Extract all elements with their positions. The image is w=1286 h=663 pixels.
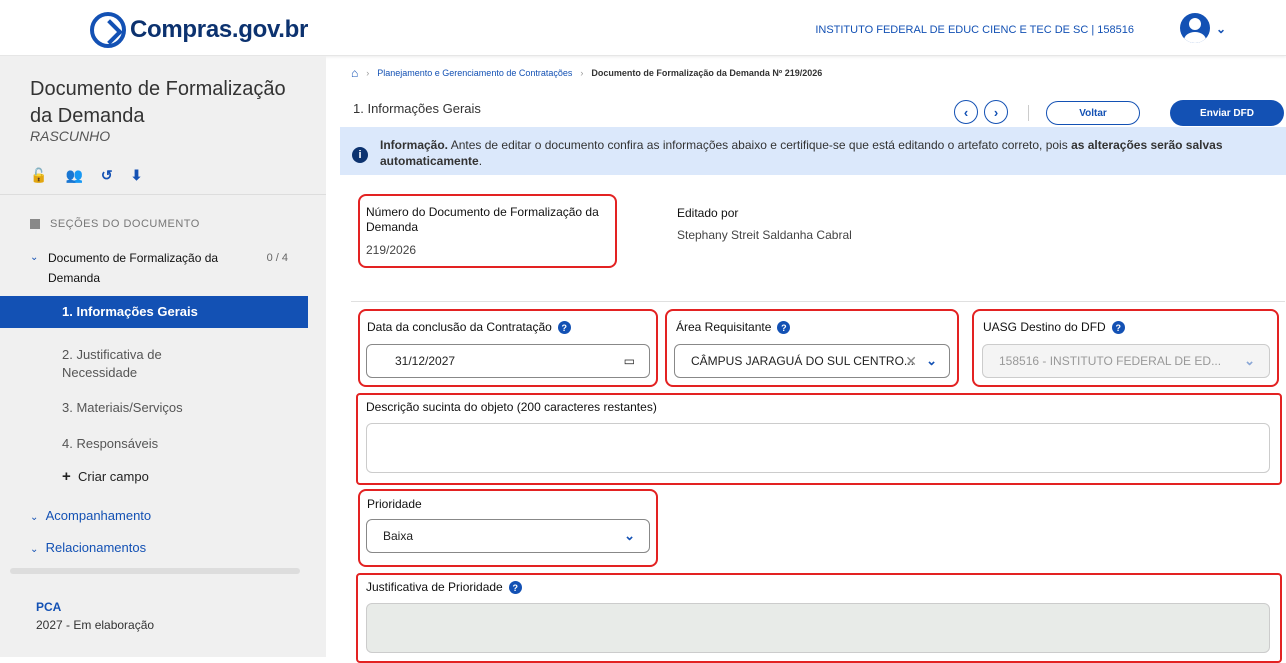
pca-title: PCA <box>36 600 62 614</box>
chevron-down-icon[interactable]: ⌄ <box>1216 22 1226 36</box>
info-bold: Informação. <box>380 138 449 152</box>
description-label: Descrição sucinta do objeto (200 caracte… <box>366 400 657 414</box>
chevron-down-icon: ⌄ <box>30 512 39 523</box>
sidebar: Documento de Formalização da Demanda RAS… <box>0 56 326 657</box>
sidebar-item-relacionamentos[interactable]: ⌄ Relacionamentos <box>30 540 230 555</box>
calendar-icon[interactable]: ▭ <box>624 354 635 368</box>
doc-number-value: 219/2026 <box>366 243 417 257</box>
date-label-text: Data da conclusão da Contratação <box>367 320 552 334</box>
uasg-select[interactable]: 158516 - INSTITUTO FEDERAL DE ED... ⌄ <box>982 344 1270 378</box>
acompanhamento-label: Acompanhamento <box>45 508 152 523</box>
sections-header[interactable]: SEÇÕES DO DOCUMENTO <box>30 218 200 230</box>
info-text: Informação. Antes de editar o documento … <box>380 137 1270 169</box>
justification-textarea[interactable] <box>366 603 1270 653</box>
chevron-down-icon: ⌄ <box>30 252 39 263</box>
sidebar-item-justificativa[interactable]: 2. Justificativa de Necessidade <box>62 346 212 382</box>
area-value: CÂMPUS JARAGUÁ DO SUL CENTRO... <box>691 354 914 368</box>
help-icon[interactable]: ? <box>508 581 522 595</box>
doc-number-label: Número do Documento de Formalização da D… <box>366 205 599 234</box>
pca-info: PCA 2027 - Em elaboração <box>36 598 154 634</box>
clear-icon[interactable]: ✕ <box>905 353 917 370</box>
chevron-down-icon[interactable]: ⌄ <box>1244 353 1255 369</box>
plus-icon: + <box>62 468 71 485</box>
area-select[interactable]: CÂMPUS JARAGUÁ DO SUL CENTRO... ✕ ⌄ <box>674 344 950 378</box>
uasg-label-text: UASG Destino do DFD <box>983 320 1106 334</box>
area-label: Área Requisitante? <box>676 320 791 335</box>
section-navigation: ‹ › <box>954 100 1008 124</box>
logo-icon <box>90 12 126 48</box>
voltar-button[interactable]: Voltar <box>1046 101 1140 125</box>
breadcrumb-planejamento[interactable]: Planejamento e Gerenciamento de Contrata… <box>377 68 572 78</box>
document-actions: 🔓 👥 ↺ ⬇ <box>30 167 142 184</box>
priority-value: Baixa <box>383 529 414 543</box>
sidebar-item-acompanhamento[interactable]: ⌄ Acompanhamento <box>30 508 230 523</box>
edited-by-value: Stephany Streit Saldanha Cabral <box>677 228 852 242</box>
history-icon[interactable]: ↺ <box>101 167 113 184</box>
users-icon[interactable]: 👥 <box>65 167 82 184</box>
uasg-label: UASG Destino do DFD? <box>983 320 1125 335</box>
breadcrumb-separator: › <box>366 68 370 78</box>
sidebar-item-responsaveis[interactable]: 4. Responsáveis <box>62 436 262 451</box>
sidebar-item-informacoes-gerais[interactable]: 1. Informações Gerais <box>0 296 308 328</box>
info-body: Antes de editar o documento confira as i… <box>448 138 1072 152</box>
create-field-label: Criar campo <box>78 469 149 484</box>
compras-logo[interactable]: Compras.gov.br <box>90 12 308 48</box>
breadcrumb-current: Documento de Formalização da Demanda Nº … <box>591 68 823 78</box>
document-status: RASCUNHO <box>30 128 111 144</box>
area-label-text: Área Requisitante <box>676 320 772 334</box>
uasg-value: 158516 - INSTITUTO FEDERAL DE ED... <box>999 354 1222 368</box>
next-section-button[interactable]: › <box>984 100 1008 124</box>
date-value: 31/12/2027 <box>395 354 456 368</box>
create-field-button[interactable]: + Criar campo <box>62 468 262 485</box>
edited-by-label: Editado por <box>677 206 739 220</box>
home-icon[interactable]: ⌂ <box>351 66 358 80</box>
user-avatar-icon[interactable] <box>1180 13 1210 43</box>
unlock-icon[interactable]: 🔓 <box>30 167 47 184</box>
justification-label-text: Justificativa de Prioridade <box>366 580 503 594</box>
date-input[interactable]: 31/12/2027 ▭ <box>366 344 650 378</box>
chevron-down-icon[interactable]: ⌄ <box>624 528 635 544</box>
sidebar-item-materiais[interactable]: 3. Materiais/Serviços <box>62 400 262 415</box>
justification-label: Justificativa de Prioridade? <box>366 580 522 595</box>
group-count: 0 / 4 <box>266 252 288 264</box>
help-icon[interactable]: ? <box>557 321 571 335</box>
date-label: Data da conclusão da Contratação? <box>367 320 571 335</box>
chevron-down-icon[interactable]: ⌄ <box>926 353 937 369</box>
breadcrumb: ⌂ › Planejamento e Gerenciamento de Cont… <box>351 66 822 80</box>
document-title: Documento de Formalização da Demanda <box>30 78 286 127</box>
pca-value: 2027 - Em elaboração <box>36 618 155 632</box>
divider <box>351 301 1285 302</box>
help-icon[interactable]: ? <box>1111 321 1125 335</box>
collapse-icon <box>30 219 40 229</box>
help-icon[interactable]: ? <box>777 321 791 335</box>
priority-label: Prioridade <box>367 497 422 511</box>
previous-section-button[interactable]: ‹ <box>954 100 978 124</box>
description-textarea[interactable] <box>366 423 1270 473</box>
divider <box>1028 105 1029 121</box>
breadcrumb-separator: › <box>580 68 584 78</box>
top-header: Compras.gov.br INSTITUTO FEDERAL DE EDUC… <box>0 0 1286 56</box>
organization-label: INSTITUTO FEDERAL DE EDUC CIENC E TEC DE… <box>815 24 1134 36</box>
sections-label: SEÇÕES DO DOCUMENTO <box>50 218 200 230</box>
chevron-down-icon: ⌄ <box>30 544 39 555</box>
group-label: Documento de Formalização da Demanda <box>48 251 219 285</box>
info-banner: i Informação. Antes de editar o document… <box>340 127 1286 175</box>
info-icon: i <box>352 147 368 163</box>
divider <box>0 194 326 195</box>
enviar-dfd-button[interactable]: Enviar DFD <box>1170 100 1284 126</box>
relacionamentos-label: Relacionamentos <box>45 540 147 555</box>
section-title: 1. Informações Gerais <box>353 101 481 116</box>
sidebar-scrollbar[interactable] <box>10 568 300 574</box>
priority-select[interactable]: Baixa ⌄ <box>366 519 650 553</box>
logo-text: Compras.gov.br <box>130 16 309 43</box>
info-end: . <box>478 154 483 168</box>
download-icon[interactable]: ⬇ <box>131 167 143 184</box>
